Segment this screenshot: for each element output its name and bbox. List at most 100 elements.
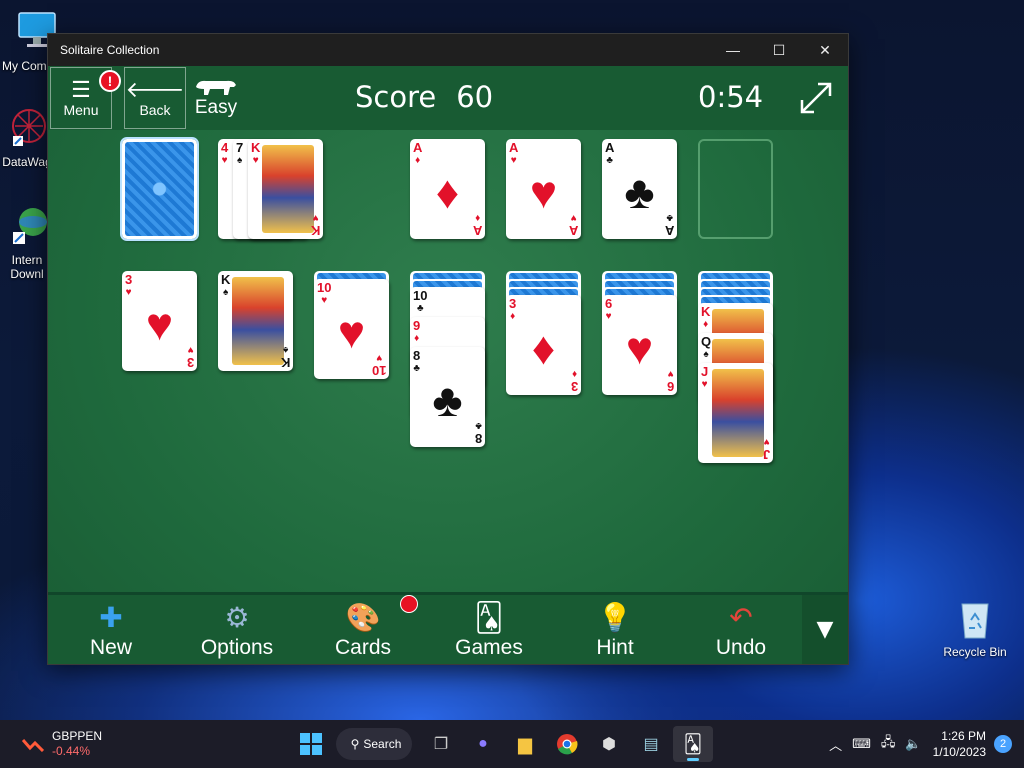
undo-label: Undo — [715, 636, 767, 659]
score-display: Score 60 — [355, 80, 493, 114]
notification-badge[interactable]: 2 — [994, 735, 1012, 753]
card-rank: A ♦ — [413, 140, 423, 166]
volume-icon[interactable]: 🔈 — [905, 736, 921, 752]
tableau-card[interactable]: 10 ♥ ♥ 10 ♥ — [314, 279, 389, 379]
card-rank: 8 ♣ — [413, 348, 421, 374]
ticker-change: -0.44% — [52, 744, 91, 758]
desktop-icon-recycle-bin[interactable]: Recycle Bin — [940, 596, 1010, 659]
window-titlebar[interactable]: Solitaire Collection — ☐ ✕ — [48, 34, 848, 66]
taskbar-file-explorer[interactable]: ▆ — [505, 726, 545, 762]
stock-widget[interactable]: GBPPEN -0.44% — [22, 729, 102, 759]
chevron-up-icon[interactable]: ︿ — [829, 735, 842, 754]
suit-pip: ♣ — [432, 374, 463, 426]
taskbar-app-monitor[interactable]: ▤ — [631, 726, 671, 762]
tableau-card[interactable]: 6 ♥ ♥ 6 ♥ — [602, 295, 677, 395]
hint-label: Hint — [596, 636, 634, 659]
tableau-card[interactable]: 8 ♣ ♣ 8 ♣ — [410, 347, 485, 447]
card-rank-bottom: 3 ♦ — [570, 368, 578, 394]
folder-icon: ▆ — [518, 733, 532, 754]
taskbar-app-cube[interactable]: ⬢ — [589, 726, 629, 762]
face-card-art — [232, 277, 284, 365]
suit-pip: ♥ — [625, 322, 654, 374]
tableau-card[interactable]: K ♠ K ♠ — [218, 271, 293, 371]
card-rank: Q ♠ — [701, 334, 712, 360]
options-button[interactable]: ⚙ Options — [174, 595, 300, 664]
stock-pile[interactable] — [120, 137, 199, 241]
card-rank: K ♠ — [221, 272, 231, 298]
maximize-button[interactable]: ☐ — [756, 34, 802, 66]
card-rank: 3 ♥ — [125, 272, 133, 298]
foundation-card[interactable]: A ♥ ♥ A ♥ — [506, 139, 581, 239]
cube-icon: ⬢ — [602, 736, 616, 753]
start-button[interactable] — [291, 726, 331, 762]
solitaire-icon: 🂡 — [683, 733, 703, 754]
hamburger-icon: ☰ — [71, 77, 91, 102]
card-rank: 10 ♥ — [317, 280, 332, 306]
keyboard-icon[interactable]: ⌨ — [852, 736, 871, 752]
chrome-icon — [557, 734, 578, 755]
card-rank: 7 ♠ — [236, 140, 244, 166]
taskbar-solitaire[interactable]: 🂡 — [673, 726, 713, 762]
hint-button[interactable]: 💡 Hint — [552, 595, 678, 664]
face-card-art — [712, 369, 764, 457]
network-icon[interactable]: 🖧 — [881, 733, 896, 755]
clock-time: 1:26 PM — [941, 729, 986, 743]
tableau-card[interactable]: 3 ♥ ♥ 3 ♥ — [122, 271, 197, 371]
card-deck-icon: 🂡 — [474, 602, 504, 633]
close-button[interactable]: ✕ — [802, 34, 848, 66]
card-rank: 10 ♣ — [413, 288, 428, 314]
undo-button[interactable]: ↶ Undo — [678, 595, 804, 664]
back-button[interactable]: 🡐 Back — [124, 67, 186, 129]
download-manager-icon — [13, 208, 47, 244]
foundation-card[interactable]: A ♣ ♣ A ♣ — [602, 139, 677, 239]
search-label: Search — [363, 737, 402, 751]
stock-chart-icon — [22, 739, 44, 752]
games-button[interactable]: 🂡 Games — [426, 595, 552, 664]
suit-pip: ♥ — [529, 166, 558, 218]
fullscreen-icon[interactable] — [798, 80, 834, 116]
card-rank: 9 ♦ — [413, 318, 421, 344]
top-toolbar: ☰ Menu ! 🡐 Back Easy Score 60 0:54 — [48, 66, 848, 130]
card-rank: K ♥ — [251, 140, 261, 166]
card-rank-bottom: 3 ♥ — [186, 344, 194, 370]
card-rank-bottom: A ♣ — [664, 212, 674, 238]
minimize-button[interactable]: — — [710, 34, 756, 66]
expand-toolbar-button[interactable]: ▼ — [802, 595, 848, 664]
difficulty-indicator: Easy — [194, 77, 238, 119]
card-rank: 3 ♦ — [509, 296, 517, 322]
tableau-card[interactable]: J ♥ J ♥ — [698, 363, 773, 463]
waste-card[interactable]: K ♥ K ♥ — [248, 139, 323, 239]
card-back-pattern — [125, 142, 194, 236]
taskbar-chat[interactable]: ● — [463, 726, 503, 762]
card-rank-bottom: 8 ♣ — [474, 420, 482, 446]
new-game-button[interactable]: ✚ New — [48, 595, 174, 664]
chat-icon: ● — [478, 735, 488, 752]
gear-icon: ⚙ — [224, 602, 250, 633]
foundation-card[interactable]: A ♦ ♦ A ♦ — [410, 139, 485, 239]
taskbar-apps: ⚲ Search ❐ ● ▆ ⬢ ▤ 🂡 — [290, 726, 714, 762]
foundation-empty-slot[interactable] — [698, 139, 773, 239]
resource-monitor-icon: ▤ — [643, 736, 659, 753]
face-card-art — [262, 145, 314, 233]
taskbar-chrome[interactable] — [547, 726, 587, 762]
task-view-icon: ❐ — [433, 736, 449, 753]
recycle-bin-icon — [961, 603, 989, 639]
card-rank-bottom: K ♠ — [280, 344, 290, 370]
plus-icon: ✚ — [99, 602, 123, 633]
clock[interactable]: 1:26 PM 1/10/2023 — [933, 728, 986, 760]
bottom-toolbar: ✚ New ⚙ Options 🎨 Cards 🂡 Games 💡 Hint ↶… — [48, 592, 848, 664]
chevron-down-icon: ▼ — [816, 617, 834, 642]
card-rank-bottom: 10 ♥ — [371, 352, 386, 378]
taskbar-search[interactable]: ⚲ Search — [336, 728, 412, 760]
tableau-card[interactable]: 3 ♦ ♦ 3 ♦ — [506, 295, 581, 395]
notification-dot — [400, 595, 418, 613]
suit-pip: ♥ — [337, 306, 366, 358]
taskbar-task-view[interactable]: ❐ — [421, 726, 461, 762]
suit-pip: ♥ — [145, 298, 174, 350]
suit-pip: ♣ — [624, 166, 655, 218]
card-rank: A ♣ — [605, 140, 615, 166]
polar-bear-icon — [196, 80, 236, 95]
cards-button[interactable]: 🎨 Cards — [300, 595, 426, 664]
palette-icon: 🎨 — [345, 602, 381, 633]
menu-button[interactable]: ☰ Menu ! — [50, 67, 121, 129]
